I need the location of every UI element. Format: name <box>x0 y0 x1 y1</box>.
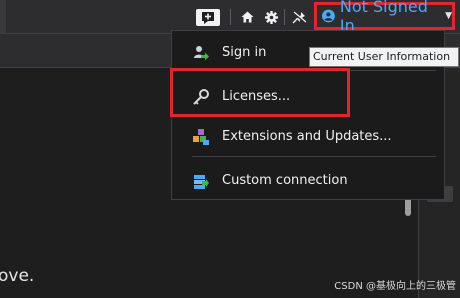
key-icon <box>193 89 209 105</box>
home-button[interactable] <box>238 8 256 26</box>
custom-connection-icon <box>194 175 209 189</box>
menu-item-label: Sign in <box>222 44 267 60</box>
user-avatar-icon <box>322 9 335 23</box>
settings-button[interactable] <box>262 8 280 26</box>
menu-item-label: Custom connection <box>222 172 348 188</box>
user-info-tooltip: Current User Information <box>309 47 459 67</box>
feedback-plus-icon <box>202 12 214 24</box>
menu-divider <box>192 70 436 71</box>
extensions-icon <box>193 129 209 145</box>
toolbar-edge <box>0 0 6 34</box>
toolbar-separator <box>230 9 231 25</box>
feedback-button[interactable] <box>196 9 220 26</box>
menu-divider <box>192 156 436 157</box>
background-text: ove. <box>0 266 35 286</box>
pin-button[interactable] <box>289 8 309 26</box>
menu-item-custom-connection[interactable]: Custom connection <box>172 165 444 195</box>
top-toolbar: Not Signed In ▼ <box>0 0 460 35</box>
user-account-button[interactable]: Not Signed In ▼ <box>314 0 455 35</box>
menu-item-label: Licenses... <box>222 88 291 104</box>
sign-in-icon <box>194 46 209 61</box>
gear-icon <box>264 10 278 24</box>
watermark: CSDN @基极向上的三极管 <box>334 281 456 292</box>
menu-item-extensions[interactable]: Extensions and Updates... <box>172 121 444 151</box>
chevron-down-icon: ▼ <box>445 11 452 21</box>
menu-item-licenses[interactable]: Licenses... <box>172 81 444 111</box>
pin-off-icon <box>291 10 307 24</box>
toolbar-separator <box>284 9 285 25</box>
menu-item-label: Extensions and Updates... <box>222 128 392 144</box>
home-icon <box>241 11 253 23</box>
